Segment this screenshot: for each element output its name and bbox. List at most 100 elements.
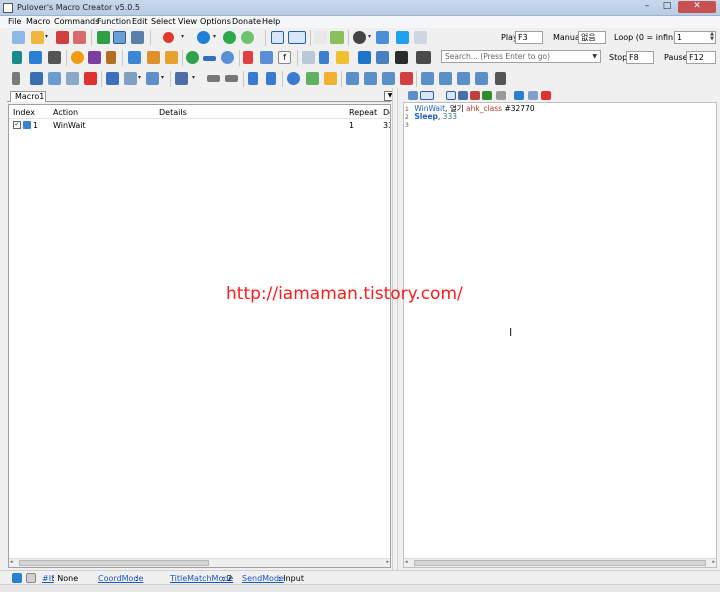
code-scroll-left-icon[interactable]: ◂ — [405, 559, 408, 565]
toggle-icon[interactable] — [330, 31, 344, 44]
delete-icon[interactable] — [84, 72, 97, 85]
tab-macro1[interactable]: Macro1 — [10, 91, 46, 102]
funnel-icon[interactable] — [458, 91, 468, 100]
show-list-icon[interactable] — [271, 31, 284, 44]
menu-view[interactable]: View — [178, 17, 197, 26]
pen-icon[interactable] — [12, 72, 20, 85]
script-icon[interactable] — [395, 51, 408, 64]
first-macro-icon[interactable] — [421, 72, 434, 85]
group-icon[interactable] — [124, 72, 137, 85]
next-macro-icon[interactable] — [475, 72, 488, 85]
move-up-block-icon[interactable] — [346, 72, 359, 85]
power-icon[interactable] — [353, 31, 366, 44]
add-macro-icon[interactable] — [382, 72, 395, 85]
save-as-icon[interactable] — [73, 31, 86, 44]
calculator-icon[interactable] — [48, 51, 61, 64]
column-details[interactable]: Details — [159, 108, 187, 117]
play-icon[interactable] — [197, 31, 210, 44]
new-file-icon[interactable] — [12, 31, 25, 44]
pause-icon[interactable] — [71, 51, 84, 64]
if-statement-icon[interactable] — [336, 51, 349, 64]
paragraph-icon[interactable] — [470, 91, 480, 100]
menu-options[interactable]: Options — [200, 17, 231, 26]
table-row[interactable]: ✓ 1 WinWait 1 33 — [9, 119, 390, 131]
copy-code-icon[interactable] — [408, 91, 418, 100]
list-scroll-thumb[interactable] — [19, 560, 209, 566]
message-box-icon[interactable] — [88, 51, 101, 64]
info-icon[interactable] — [12, 573, 22, 583]
settings-gear-icon[interactable] — [131, 31, 144, 44]
menu-help[interactable]: Help — [262, 17, 280, 26]
select-icon[interactable] — [106, 72, 119, 85]
run-program-icon[interactable] — [165, 51, 178, 64]
column-action[interactable]: Action — [53, 108, 78, 117]
mouse-icon[interactable] — [12, 51, 22, 64]
record-icon[interactable] — [163, 32, 174, 43]
function-icon[interactable]: f — [278, 51, 291, 64]
loop-spinner[interactable]: ▲ ▼ — [710, 32, 714, 42]
menu-file[interactable]: File — [8, 17, 21, 26]
return-icon[interactable] — [495, 72, 506, 85]
code-view-icon[interactable] — [420, 91, 434, 100]
align-icon[interactable] — [225, 75, 238, 82]
image-search-icon[interactable] — [147, 51, 160, 64]
record-options-icon[interactable] — [113, 31, 126, 44]
save-icon[interactable] — [56, 31, 69, 44]
scroll-left-icon[interactable]: ◂ — [10, 559, 13, 565]
column-repeat[interactable]: Repeat — [349, 108, 377, 117]
color-icon[interactable] — [306, 72, 319, 85]
undo-icon[interactable] — [248, 72, 258, 85]
copy-icon[interactable] — [48, 72, 61, 85]
row-checkbox[interactable]: ✓ — [13, 121, 21, 129]
panel-splitter[interactable] — [392, 88, 398, 570]
show-code-icon[interactable] — [288, 31, 306, 44]
edit-settings-icon[interactable] — [26, 573, 36, 583]
word-wrap-icon[interactable] — [496, 91, 506, 100]
list-icon[interactable] — [175, 72, 188, 85]
code-horizontal-scrollbar[interactable]: ◂ ▸ — [404, 558, 716, 567]
gosub-icon[interactable] — [221, 51, 234, 64]
play-selected-icon[interactable] — [223, 31, 236, 44]
menu-donate[interactable]: Donate — [232, 17, 261, 26]
goto-arrow-icon[interactable] — [203, 56, 216, 61]
stop-hotkey-field[interactable]: F8 — [626, 51, 654, 64]
scroll-right-icon[interactable]: ▸ — [386, 559, 389, 565]
code-scroll-right-icon[interactable]: ▸ — [712, 559, 715, 565]
redo-icon[interactable] — [266, 72, 276, 85]
hourglass-icon[interactable] — [106, 51, 116, 64]
remove-macro-icon[interactable] — [400, 72, 413, 85]
move-down-block-icon[interactable] — [364, 72, 377, 85]
play-hotkey-field[interactable]: F3 — [515, 31, 543, 44]
window-icon[interactable] — [376, 31, 389, 44]
last-macro-icon[interactable] — [439, 72, 452, 85]
prev-macro-icon[interactable] — [457, 72, 470, 85]
menu-function[interactable]: Function — [97, 17, 131, 26]
binoculars-icon[interactable] — [416, 51, 431, 64]
search-dropdown-icon[interactable]: ▼ — [592, 51, 597, 62]
menu-macro[interactable]: Macro — [26, 17, 50, 26]
maximize-button[interactable]: □ — [657, 1, 677, 13]
loop-count-field[interactable]: 1 ▲ ▼ — [674, 31, 716, 44]
checkmark-icon[interactable] — [302, 51, 315, 64]
menu-commands[interactable]: Commands — [54, 17, 99, 26]
export-code-icon[interactable] — [528, 91, 538, 100]
search-input[interactable]: Search... (Press Enter to go) ▼ — [441, 50, 601, 63]
ie-browser-icon[interactable] — [358, 51, 371, 64]
pause-hotkey-field[interactable]: F12 — [686, 51, 716, 64]
com-interface-icon[interactable] — [376, 51, 389, 64]
variable-icon[interactable] — [260, 51, 273, 64]
list-horizontal-scrollbar[interactable]: ◂ ▸ — [9, 558, 390, 567]
indent-icon[interactable] — [207, 75, 220, 82]
filter-icon[interactable] — [446, 91, 456, 100]
timer-icon[interactable] — [241, 31, 254, 44]
code-editor[interactable]: 1 WinWait, 열기 ahk_class #32770 2 Sleep, … — [403, 102, 717, 568]
window-control-icon[interactable] — [128, 51, 141, 64]
manual-hotkey-field[interactable]: 없음 — [578, 31, 606, 44]
duplicate-icon[interactable] — [146, 72, 159, 85]
loop-icon[interactable] — [186, 51, 199, 64]
close-button[interactable]: ✕ — [678, 1, 716, 13]
find-icon[interactable] — [287, 72, 300, 85]
paste-icon[interactable] — [66, 72, 79, 85]
move-up-icon[interactable] — [97, 31, 110, 44]
open-folder-icon[interactable] — [31, 31, 44, 44]
